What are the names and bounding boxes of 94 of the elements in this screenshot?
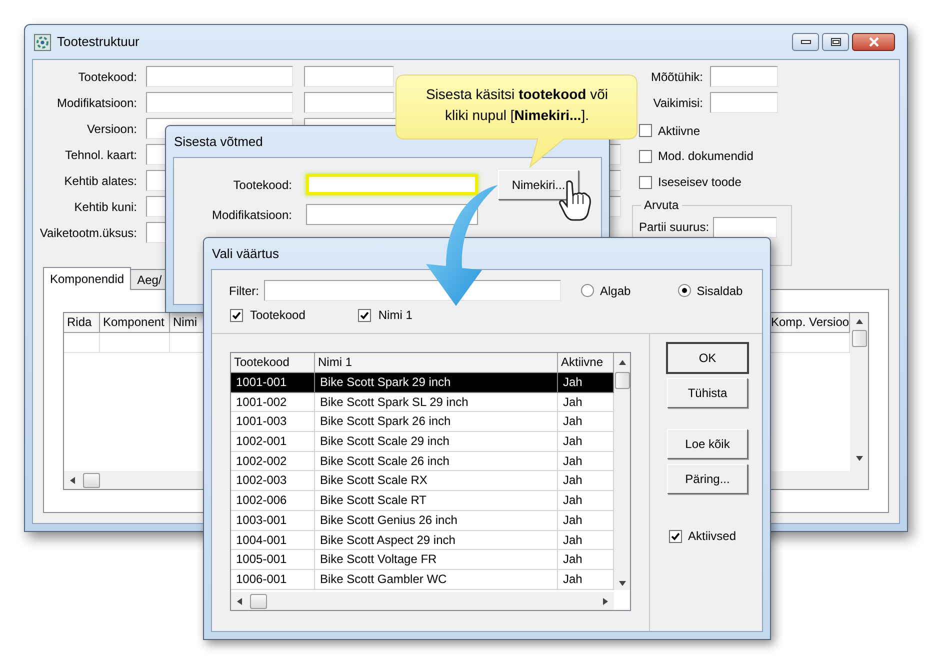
table-row[interactable]: 1005-001 Bike Scott Voltage FR Jah [231,550,614,570]
group-title: Arvuta [641,198,682,212]
scroll-down-icon[interactable] [618,580,626,586]
maximize-button[interactable] [822,33,849,51]
minimize-button[interactable] [792,33,819,51]
column-header: Komponent [100,313,170,333]
input-field[interactable] [146,222,166,243]
dialog-button[interactable]: Loe kõik [667,429,748,459]
table-row[interactable]: 1002-001 Bike Scott Scale 29 inch Jah [231,432,614,452]
dialog-button[interactable]: OK [667,343,748,373]
field-label: Vaiketootm.üksus: [38,224,137,242]
vertical-scrollbar[interactable] [614,353,630,590]
tab[interactable]: Komponendid [43,267,132,290]
dialog-button[interactable]: Tühista [667,378,748,408]
field-label: Modifikatsioon: [56,94,137,112]
table-row[interactable]: 1002-002 Bike Scott Scale 26 inch Jah [231,452,614,472]
table-row[interactable]: 1002-003 Bike Scott Scale RX Jah [231,471,614,492]
field-label: Kehtib kuni: [73,198,137,216]
table-row[interactable]: 1001-003 Bike Scott Spark 26 inch Jah [231,412,614,432]
callout-text: Sisesta käsitsi tootekood või kliki nupul [Nimekiri...]. [424,85,610,125]
input-field[interactable] [304,66,394,87]
field-label: Kehtib alates: [63,172,137,190]
radio-label: Sisaldab [696,282,743,300]
column-header[interactable]: Nimi 1 [315,353,558,373]
checkbox-label: Iseseisev toode [658,174,742,192]
column-header[interactable]: Aktiivne [558,353,614,373]
table-row[interactable]: 1001-002 Bike Scott Spark SL 29 inch Jah [231,392,614,412]
checkbox[interactable] [358,308,372,322]
checkbox[interactable] [230,308,243,322]
field-label: Tootekood: [77,68,137,86]
vertical-scrollbar[interactable] [850,313,868,489]
field-label: Partii suurus: [639,219,710,236]
checkbox-label: Mod. dokumendid [658,148,754,166]
input-field[interactable] [146,144,166,165]
input-field[interactable] [304,92,394,113]
column-header: Komp. Versioo [768,313,850,333]
checkbox[interactable] [639,124,652,138]
input-field[interactable] [710,66,778,87]
table-row[interactable]: 1003-001 Bike Scott Genius 26 inch Jah [231,510,614,530]
scroll-thumb[interactable] [614,372,630,389]
input-field[interactable] [146,92,293,113]
close-icon [868,37,880,47]
field-label: Tehnol. kaart: [64,146,137,164]
dialog-title: Vali väärtus [212,244,279,263]
input-field[interactable] [146,196,166,217]
app-icon [34,34,51,50]
scroll-up-icon[interactable] [618,360,626,365]
input-field[interactable] [710,92,778,113]
checkbox[interactable] [639,176,652,189]
table-row[interactable]: 1002-006 Bike Scott Scale RT Jah [231,491,614,511]
scroll-right-icon[interactable] [603,598,608,604]
field-label: Mõõtühik: [650,68,703,86]
input-field[interactable] [146,170,166,191]
table-cell [64,333,100,353]
field-label: Versioon: [86,120,137,138]
checkbox[interactable] [639,150,652,163]
table-cell: Bike Scott Gambler WC [315,570,558,590]
scroll-up-icon[interactable] [856,319,862,324]
table-row[interactable]: 1004-001 Bike Scott Aspect 29 inch Jah [231,530,614,550]
table-row[interactable]: 1001-001 Bike Scott Spark 29 inch Jah [231,373,614,393]
filter-field[interactable] [264,280,561,301]
scroll-left-icon[interactable] [70,476,75,484]
scroll-thumb[interactable] [250,594,267,608]
table-row[interactable]: 1006-001 Bike Scott Gambler WC Jah [231,570,614,590]
input-field[interactable] [713,216,778,238]
scroll-thumb[interactable] [852,330,866,347]
radio-button[interactable] [678,284,691,297]
dialog-title: Sisesta võtmed [174,132,263,151]
close-button[interactable] [852,33,895,51]
radio-label: Algab [600,282,631,300]
input-field[interactable] [306,204,478,225]
scroll-down-icon[interactable] [856,456,862,461]
dialog-button[interactable]: Nimekiri... [498,170,579,200]
scroll-left-icon[interactable] [237,598,242,604]
field-label: Vaikimisi: [652,94,703,112]
maximize-icon [830,38,840,46]
radio-button[interactable] [581,284,594,297]
window-title: Tootestruktuur [57,33,140,52]
checkbox-label: Aktiivsed [688,528,736,545]
checkbox-label: Tootekood [250,307,306,324]
field-label: Tootekood: [232,176,292,194]
dialog-button[interactable]: Päring... [667,464,748,494]
table-cell: 1006-001 [231,570,315,590]
checkbox[interactable] [669,530,682,542]
minimize-icon [800,40,810,44]
field-label: Modifikatsioon: [210,206,292,224]
horizontal-scrollbar[interactable] [231,592,614,610]
field-label: Filter: [229,282,259,300]
scroll-thumb[interactable] [83,472,100,488]
column-header[interactable]: Tootekood [231,353,315,373]
checkbox-label: Nimi 1 [378,307,412,324]
column-header: Rida [64,313,100,333]
checkbox-label: Aktiivne [658,122,700,140]
input-field[interactable] [146,66,293,87]
